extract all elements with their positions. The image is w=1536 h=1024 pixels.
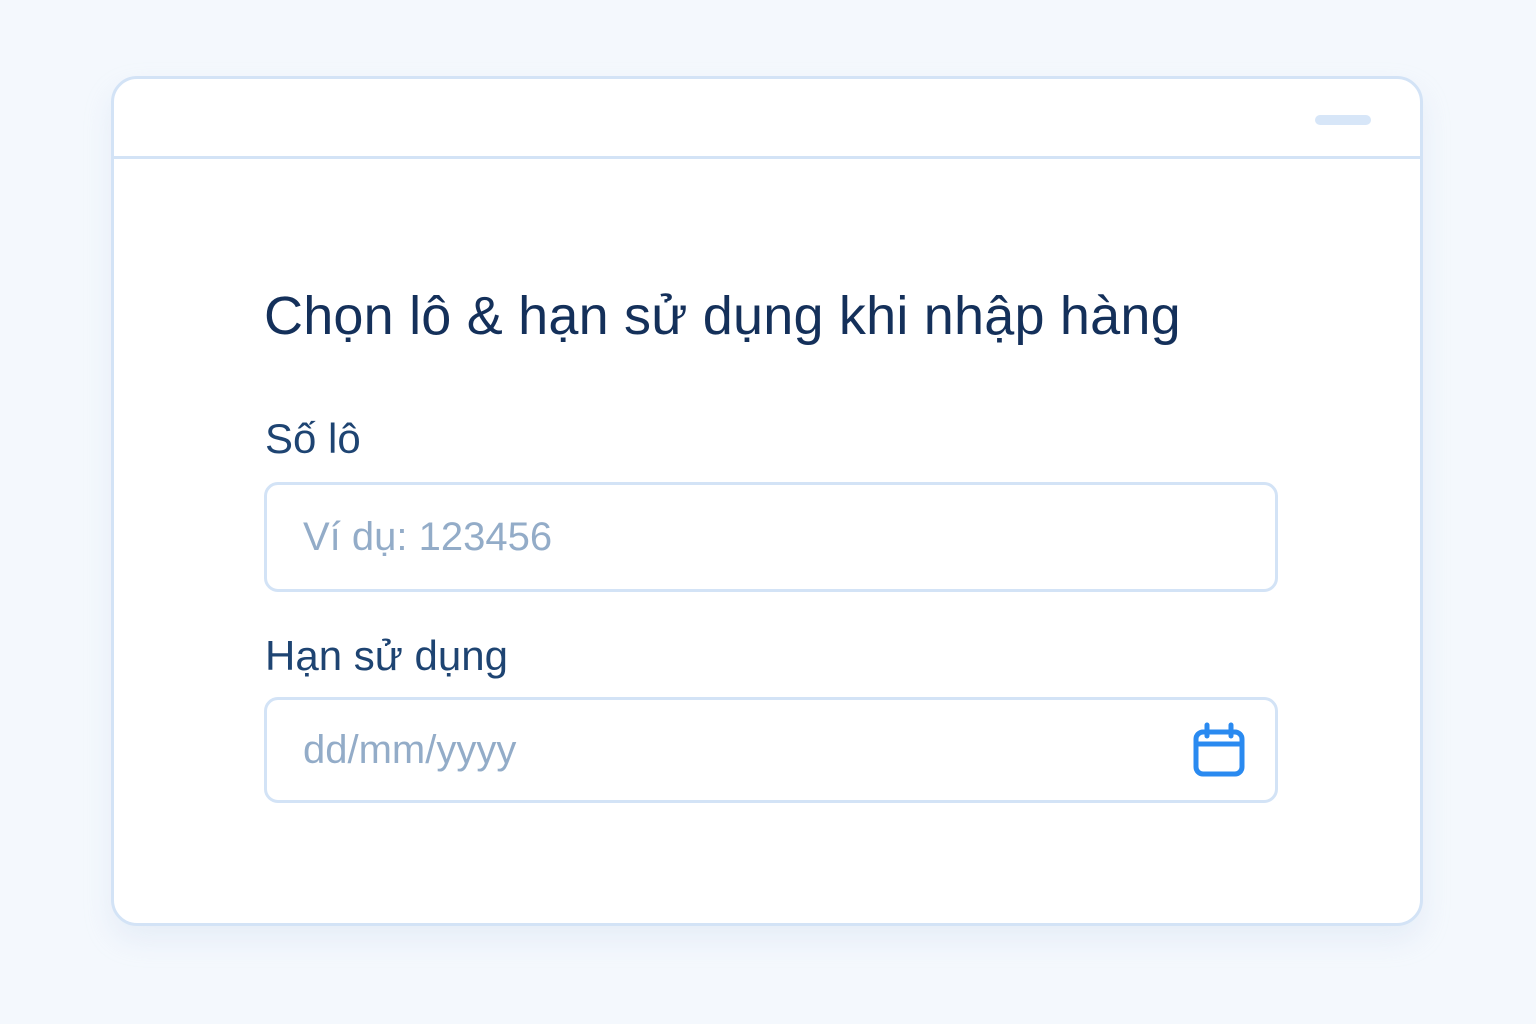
dialog-window: Chọn lô & hạn sử dụng khi nhập hàng Số l… xyxy=(111,76,1423,926)
dialog-title: Chọn lô & hạn sử dụng khi nhập hàng xyxy=(264,286,1181,346)
minimize-button[interactable] xyxy=(1315,115,1371,125)
expiry-date-label: Hạn sử dụng xyxy=(265,632,508,679)
expiry-date-field[interactable] xyxy=(264,697,1278,803)
lot-number-input[interactable] xyxy=(267,485,1275,589)
expiry-date-input[interactable] xyxy=(267,700,1275,800)
calendar-icon[interactable] xyxy=(1191,722,1247,778)
lot-number-field[interactable] xyxy=(264,482,1278,592)
lot-number-label: Số lô xyxy=(265,415,361,462)
window-titlebar xyxy=(114,79,1420,159)
